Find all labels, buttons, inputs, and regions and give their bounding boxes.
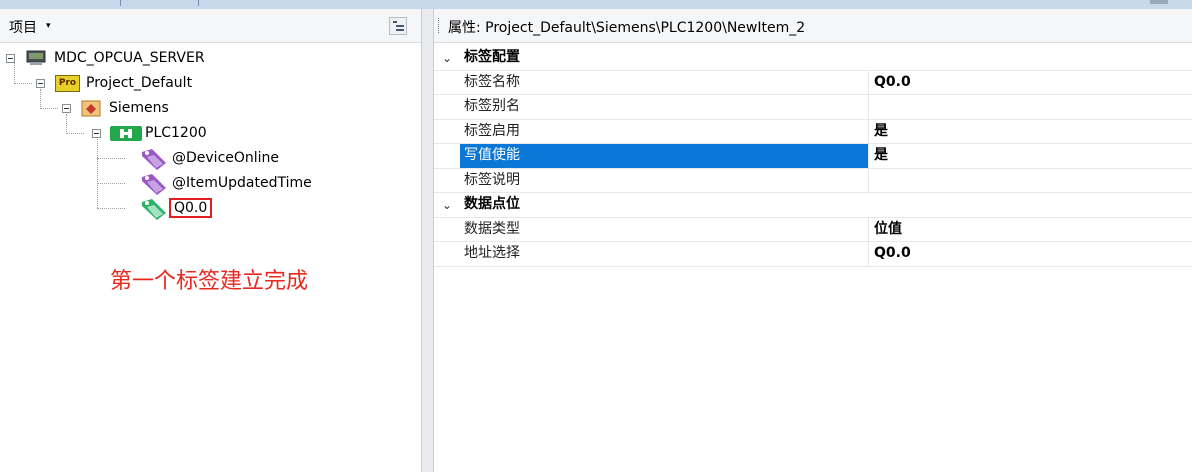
chevron-down-icon[interactable]: ⌄ — [442, 51, 452, 65]
grip-icon — [438, 18, 441, 33]
property-value[interactable]: 是 — [870, 120, 1192, 144]
vendor-icon — [81, 100, 101, 117]
top-strip-tab — [1150, 0, 1168, 4]
tree-node-tag[interactable]: @ItemUpdatedTime — [135, 172, 312, 195]
collapse-icon[interactable] — [6, 54, 15, 63]
project-icon: Pro — [55, 75, 80, 92]
category-row[interactable]: ⌄ 标签配置 — [434, 46, 1192, 71]
properties-path: 属性: Project_Default\Siemens\PLC1200\NewI… — [448, 20, 806, 36]
property-value[interactable]: 位值 — [870, 218, 1192, 242]
category-row[interactable]: ⌄ 数据点位 — [434, 193, 1192, 218]
window-top-strip — [0, 0, 1192, 9]
project-panel-header: 项目 ▾ — [0, 9, 421, 43]
property-value[interactable] — [870, 95, 1192, 119]
properties-header: 属性: Project_Default\Siemens\PLC1200\NewI… — [434, 9, 1192, 43]
tree-node-label: Project_Default — [86, 75, 193, 91]
property-row[interactable]: 标签说明 — [434, 168, 1192, 193]
category-label: 标签配置 — [464, 49, 520, 65]
tag-icon — [142, 174, 166, 195]
tree-node-label: @DeviceOnline — [172, 150, 280, 166]
property-value[interactable] — [870, 169, 1192, 193]
property-row[interactable]: 地址选择 Q0.0 — [434, 242, 1192, 267]
tree-node-device[interactable]: PLC1200 — [105, 122, 207, 144]
tag-icon — [142, 199, 166, 220]
property-name: 标签别名 — [460, 95, 869, 119]
tree-node-project[interactable]: Pro Project_Default — [50, 72, 192, 94]
server-icon — [26, 50, 46, 65]
property-row[interactable]: 标签启用 是 — [434, 119, 1192, 144]
panel-splitter[interactable] — [421, 9, 434, 472]
property-row[interactable]: 标签名称 Q0.0 — [434, 70, 1192, 95]
property-grid: ⌄ 标签配置 标签名称 Q0.0 标签别名 标签启用 是 写值使能 是 标签说明… — [434, 46, 1192, 267]
tag-icon — [142, 149, 166, 170]
property-row[interactable]: 数据类型 位值 — [434, 217, 1192, 242]
property-name: 标签说明 — [460, 168, 869, 192]
annotation-text: 第一个标签建立完成 — [110, 269, 309, 294]
tree-node-tag[interactable]: @DeviceOnline — [135, 147, 280, 170]
tree-node-label: PLC1200 — [145, 125, 207, 141]
property-value[interactable]: Q0.0 — [870, 242, 1192, 266]
property-row-selected[interactable]: 写值使能 是 — [434, 144, 1192, 169]
property-name: 写值使能 — [460, 144, 869, 168]
collapse-icon[interactable] — [92, 129, 101, 138]
property-name: 标签启用 — [460, 119, 869, 143]
project-tree: MDC_OPCUA_SERVER Pro Project_Default Sie… — [0, 43, 421, 472]
property-name: 数据类型 — [460, 217, 869, 241]
tree-node-label: @ItemUpdatedTime — [172, 175, 312, 191]
tree-node-label: Q0.0 — [169, 198, 213, 218]
top-strip-tick — [198, 0, 199, 6]
collapse-icon[interactable] — [62, 104, 71, 113]
property-value[interactable]: 是 — [870, 144, 1192, 168]
tree-node-vendor[interactable]: Siemens — [75, 97, 169, 119]
device-icon — [110, 126, 142, 141]
property-value[interactable]: Q0.0 — [870, 71, 1192, 95]
project-panel-title[interactable]: 项目 — [9, 17, 37, 37]
chevron-down-icon[interactable]: ▾ — [46, 21, 51, 31]
property-name: 地址选择 — [460, 242, 869, 266]
tree-node-label: Siemens — [109, 100, 169, 116]
top-strip-tick — [120, 0, 121, 6]
category-label: 数据点位 — [464, 196, 520, 212]
property-name: 标签名称 — [460, 70, 869, 94]
chevron-down-icon[interactable]: ⌄ — [442, 198, 452, 212]
tree-node-server[interactable]: MDC_OPCUA_SERVER — [20, 47, 205, 69]
property-row[interactable]: 标签别名 — [434, 95, 1192, 120]
tree-node-label: MDC_OPCUA_SERVER — [54, 50, 205, 66]
tree-node-tag-selected[interactable]: Q0.0 — [135, 197, 213, 220]
collapse-icon[interactable] — [36, 79, 45, 88]
tree-view-icon[interactable] — [389, 17, 407, 35]
